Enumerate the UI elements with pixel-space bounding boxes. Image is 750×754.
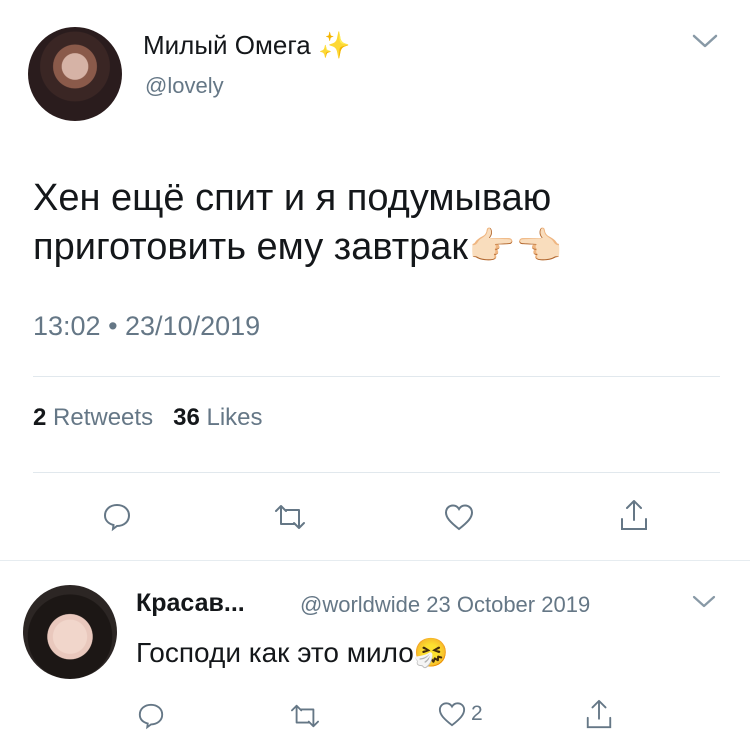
reply-author-avatar[interactable] bbox=[23, 585, 117, 679]
share-button[interactable] bbox=[618, 498, 650, 532]
heart-icon bbox=[438, 702, 466, 727]
reply-text: Господи как это мило🤧 bbox=[136, 636, 449, 669]
author-name-text: Милый Омега bbox=[143, 30, 311, 60]
heart-icon bbox=[444, 504, 474, 531]
retweet-icon bbox=[291, 704, 319, 728]
reply-text-content: Господи как это мило bbox=[136, 637, 414, 668]
retweets-stat[interactable]: 2 Retweets bbox=[33, 404, 153, 431]
section-divider bbox=[0, 560, 750, 561]
likes-count: 36 bbox=[173, 404, 200, 431]
retweets-count: 2 bbox=[33, 404, 47, 431]
divider bbox=[33, 472, 720, 473]
reply-author-handle[interactable]: @worldwide bbox=[300, 592, 420, 617]
likes-stat[interactable]: 36 Likes bbox=[173, 404, 262, 431]
pointing-fingers-emoji: 👉🏻👈🏻 bbox=[468, 224, 563, 268]
share-icon bbox=[621, 500, 647, 530]
reply-menu-chevron-down-icon[interactable] bbox=[692, 594, 718, 610]
reply-likes-count: 2 bbox=[471, 702, 483, 725]
likes-label: Likes bbox=[206, 404, 263, 431]
tweet-text: Хен ещё спит и я подумываю приготовить е… bbox=[33, 174, 723, 271]
sneezing-face-emoji: 🤧 bbox=[413, 636, 449, 669]
like-button[interactable] bbox=[443, 502, 475, 532]
author-avatar[interactable] bbox=[28, 27, 122, 121]
divider bbox=[33, 376, 720, 377]
comment-icon bbox=[138, 703, 164, 730]
reply-reply-button[interactable] bbox=[137, 702, 165, 730]
reply-button[interactable] bbox=[102, 502, 132, 532]
reply-share-button[interactable] bbox=[584, 698, 614, 730]
reply-date[interactable]: 23 October 2019 bbox=[426, 592, 590, 617]
tweet-menu-chevron-down-icon[interactable] bbox=[692, 33, 718, 49]
author-name[interactable]: Милый Омега ✨ bbox=[143, 30, 350, 61]
retweets-label: Retweets bbox=[53, 404, 154, 431]
reply-retweet-button[interactable] bbox=[288, 702, 322, 730]
tweet-timestamp[interactable]: 13:02 • 23/10/2019 bbox=[33, 311, 260, 342]
reply-like-button[interactable]: 2 bbox=[437, 700, 483, 728]
author-handle[interactable]: @lovely bbox=[145, 73, 224, 99]
share-icon bbox=[586, 699, 612, 729]
comment-icon bbox=[103, 503, 131, 532]
retweet-button[interactable] bbox=[272, 502, 308, 532]
retweet-icon bbox=[275, 505, 305, 529]
sparkles-emoji: ✨ bbox=[317, 31, 351, 61]
tweet-stats: 2 Retweets 36 Likes bbox=[33, 404, 263, 432]
reply-meta: @worldwide 23 October 2019 bbox=[300, 592, 590, 618]
reply-author-name[interactable]: Красав... bbox=[136, 589, 245, 618]
